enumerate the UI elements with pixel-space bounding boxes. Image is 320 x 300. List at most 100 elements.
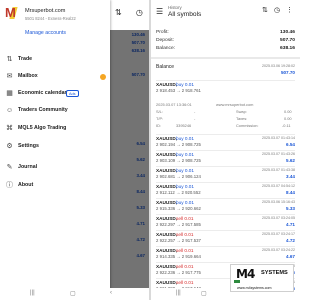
deal-symbol: XAUUSD,	[156, 280, 178, 285]
deal-row-expanded[interactable]: XAUUSD, buy 0.01 2 918.453 → 2 918.761	[156, 82, 295, 97]
deal-type: sell 0.01	[176, 264, 194, 269]
deal-price: 2 918.453 → 2 918.761	[156, 88, 201, 93]
deal-date: 2025.03.07 01:43:26	[262, 152, 295, 156]
row-separator	[156, 262, 295, 263]
deal-row[interactable]: XAUUSD, buy 0.01 2025.03.07 04:54:12 2 912.…	[156, 184, 295, 199]
deal-row[interactable]: XAUUSD, buy 0.01 2025.03.07 01:43:14 2 902.…	[156, 136, 295, 151]
menu-item-algo-trading[interactable]: ⌘ MQL5 Algo Trading	[0, 122, 110, 136]
summary-profit: Profit: 130.46	[156, 30, 295, 38]
deal-symbol: XAUUSD,	[156, 232, 178, 237]
deal-date: 2025.03.07 01:43:14	[262, 136, 295, 140]
summary-value: 638.16	[280, 46, 295, 51]
deal-row[interactable]: XAUUSD, buy 0.01 2025.03.07 01:43:26 2 903.…	[156, 152, 295, 167]
deal-row[interactable]: XAUUSD, buy 0.01 2025.03.06 15:16:43 2 915.…	[156, 200, 295, 215]
deal-symbol: XAUUSD,	[156, 216, 178, 221]
detail-taxes-value: 0.00	[284, 116, 292, 121]
menu-item-about[interactable]: ⓘ About	[0, 179, 110, 193]
menu-item-economic-calendar[interactable]: ▦ Economic calendar Ads	[0, 87, 110, 101]
detail-tp-label: T/P:	[156, 116, 164, 121]
journal-icon: ✎	[6, 164, 13, 171]
deal-profit: 4.67	[286, 254, 295, 259]
deal-price: 2 922.297 → 2 917.585	[156, 222, 201, 227]
system-nav-bar-right: ||| ▢	[151, 288, 231, 300]
detail-swap-label: Swap:	[236, 109, 247, 114]
row-separator	[156, 80, 295, 81]
deal-price: 2 922.236 → 2 917.775	[156, 270, 201, 275]
deal-symbol: XAUUSD,	[156, 248, 178, 253]
deal-row[interactable]: XAUUSD, sell 0.01 2025.03.07 03:24:17 2 922…	[156, 232, 295, 247]
menu-item-settings[interactable]: ⚙ Settings	[0, 140, 110, 154]
back-icon[interactable]: ‹	[110, 290, 112, 296]
deal-type: buy 0.01	[176, 82, 194, 87]
menu-item-label: Journal	[18, 164, 38, 170]
summary-deposit: Deposit: 507.70	[156, 38, 295, 46]
deal-type: buy 0.01	[176, 168, 194, 173]
broker-logo: M	[5, 6, 18, 20]
balance-label: Balance	[156, 64, 175, 70]
drawer-scrim[interactable]	[106, 30, 149, 300]
deal-type: sell 0.01	[176, 280, 194, 285]
deal-type: sell 0.01	[176, 248, 194, 253]
deal-row[interactable]: XAUUSD, sell 0.01 2025.03.07 03:24:05 2 922…	[156, 216, 295, 231]
screenshot-stage: ⇅ ◷ 130.46 507.70 638.16 507.70 6.54 5.6…	[0, 0, 300, 300]
account-name: Mrsuperbot.com	[25, 8, 66, 14]
menu-item-journal[interactable]: ✎ Journal	[0, 161, 110, 175]
deal-symbol: XAUUSD,	[156, 136, 178, 141]
algo-trading-icon: ⌘	[6, 125, 13, 132]
home-icon[interactable]: ▢	[70, 290, 76, 297]
summary-label: Profit:	[156, 30, 169, 35]
balance-date: 2025.03.06 19:28:02	[262, 64, 295, 68]
summary-value: 130.46	[280, 30, 295, 35]
menu-item-mailbox[interactable]: ✉ Mailbox	[0, 70, 110, 84]
detail-tp-value: -	[194, 116, 196, 121]
more-icon[interactable]: ⋮	[286, 6, 293, 14]
recents-icon[interactable]: |||	[176, 290, 181, 296]
hamburger-menu-icon[interactable]: ☰	[156, 7, 163, 16]
summary-label: Balance:	[156, 46, 176, 51]
period-icon[interactable]: ◷	[274, 6, 280, 14]
deal-row[interactable]: XAUUSD, sell 0.01 2025.03.07 03:24:22 2 914…	[156, 248, 295, 263]
system-nav-bar: ||| ▢ ‹	[0, 288, 149, 300]
deal-price: 2 922.257 → 2 917.537	[156, 238, 201, 243]
deal-price: 2 914.335 → 2 919.664	[156, 254, 201, 259]
deal-type: sell 0.01	[176, 232, 194, 237]
home-icon[interactable]: ▢	[201, 290, 207, 297]
summary-label: Deposit:	[156, 38, 174, 43]
recents-icon[interactable]: |||	[30, 290, 35, 296]
detail-open-time: 2025.03.07 13:36:01	[156, 102, 192, 107]
deal-profit: 3.44	[286, 174, 295, 179]
row-separator	[156, 150, 295, 151]
gear-icon: ⚙	[6, 143, 13, 150]
row-separator	[156, 246, 295, 247]
background-toolbar-icons: ⇅ ◷	[115, 8, 149, 17]
deal-price: 2 902.681 → 2 906.124	[156, 174, 201, 179]
deal-row[interactable]: XAUUSD, buy 0.01 2025.03.07 01:43:38 2 902.…	[156, 168, 295, 183]
deal-date: 2025.03.07 03:24:22	[262, 248, 295, 252]
watermark-logo-text: M4	[236, 267, 255, 281]
menu-item-traders-community[interactable]: ☺ Traders Community	[0, 104, 110, 118]
deal-type: buy 0.01	[176, 200, 194, 205]
sort-icon[interactable]: ⇅	[262, 6, 268, 14]
menu-item-label: About	[18, 182, 34, 188]
deal-type: sell 0.01	[176, 216, 194, 221]
left-phone-screen: ⇅ ◷ 130.46 507.70 638.16 507.70 6.54 5.6…	[0, 0, 149, 300]
menu-item-trade[interactable]: ⇅ Trade	[0, 53, 110, 67]
watermark-url: www.m4systems.com	[237, 286, 272, 290]
deal-price: 2 903.109 → 2 908.725	[156, 158, 201, 163]
balance-entry[interactable]: Balance 2025.03.06 19:28:02 507.70	[156, 64, 295, 79]
detail-id-value: 3395246	[176, 123, 192, 128]
deal-date: 2025.03.07 03:24:05	[262, 216, 295, 220]
deal-date: 2025.03.06 15:16:43	[262, 200, 295, 204]
menu-item-label: Traders Community	[18, 107, 68, 113]
summary-balance: Balance: 638.16	[156, 46, 295, 54]
trade-icon: ⇅	[6, 56, 13, 63]
ads-badge: Ads	[66, 90, 79, 97]
deal-symbol: XAUUSD,	[156, 184, 178, 189]
right-phone-screen: ☰ History All symbols ⇅ ◷ ⋮ Profit: 130.…	[151, 0, 300, 300]
deal-profit: 8.44	[286, 190, 295, 195]
manage-accounts-link[interactable]: Manage accounts	[25, 30, 66, 36]
page-title[interactable]: All symbols	[168, 11, 201, 18]
menu-item-label: Mailbox	[18, 73, 38, 79]
detail-taxes-label: Taxes:	[236, 116, 248, 121]
row-separator	[156, 214, 295, 215]
